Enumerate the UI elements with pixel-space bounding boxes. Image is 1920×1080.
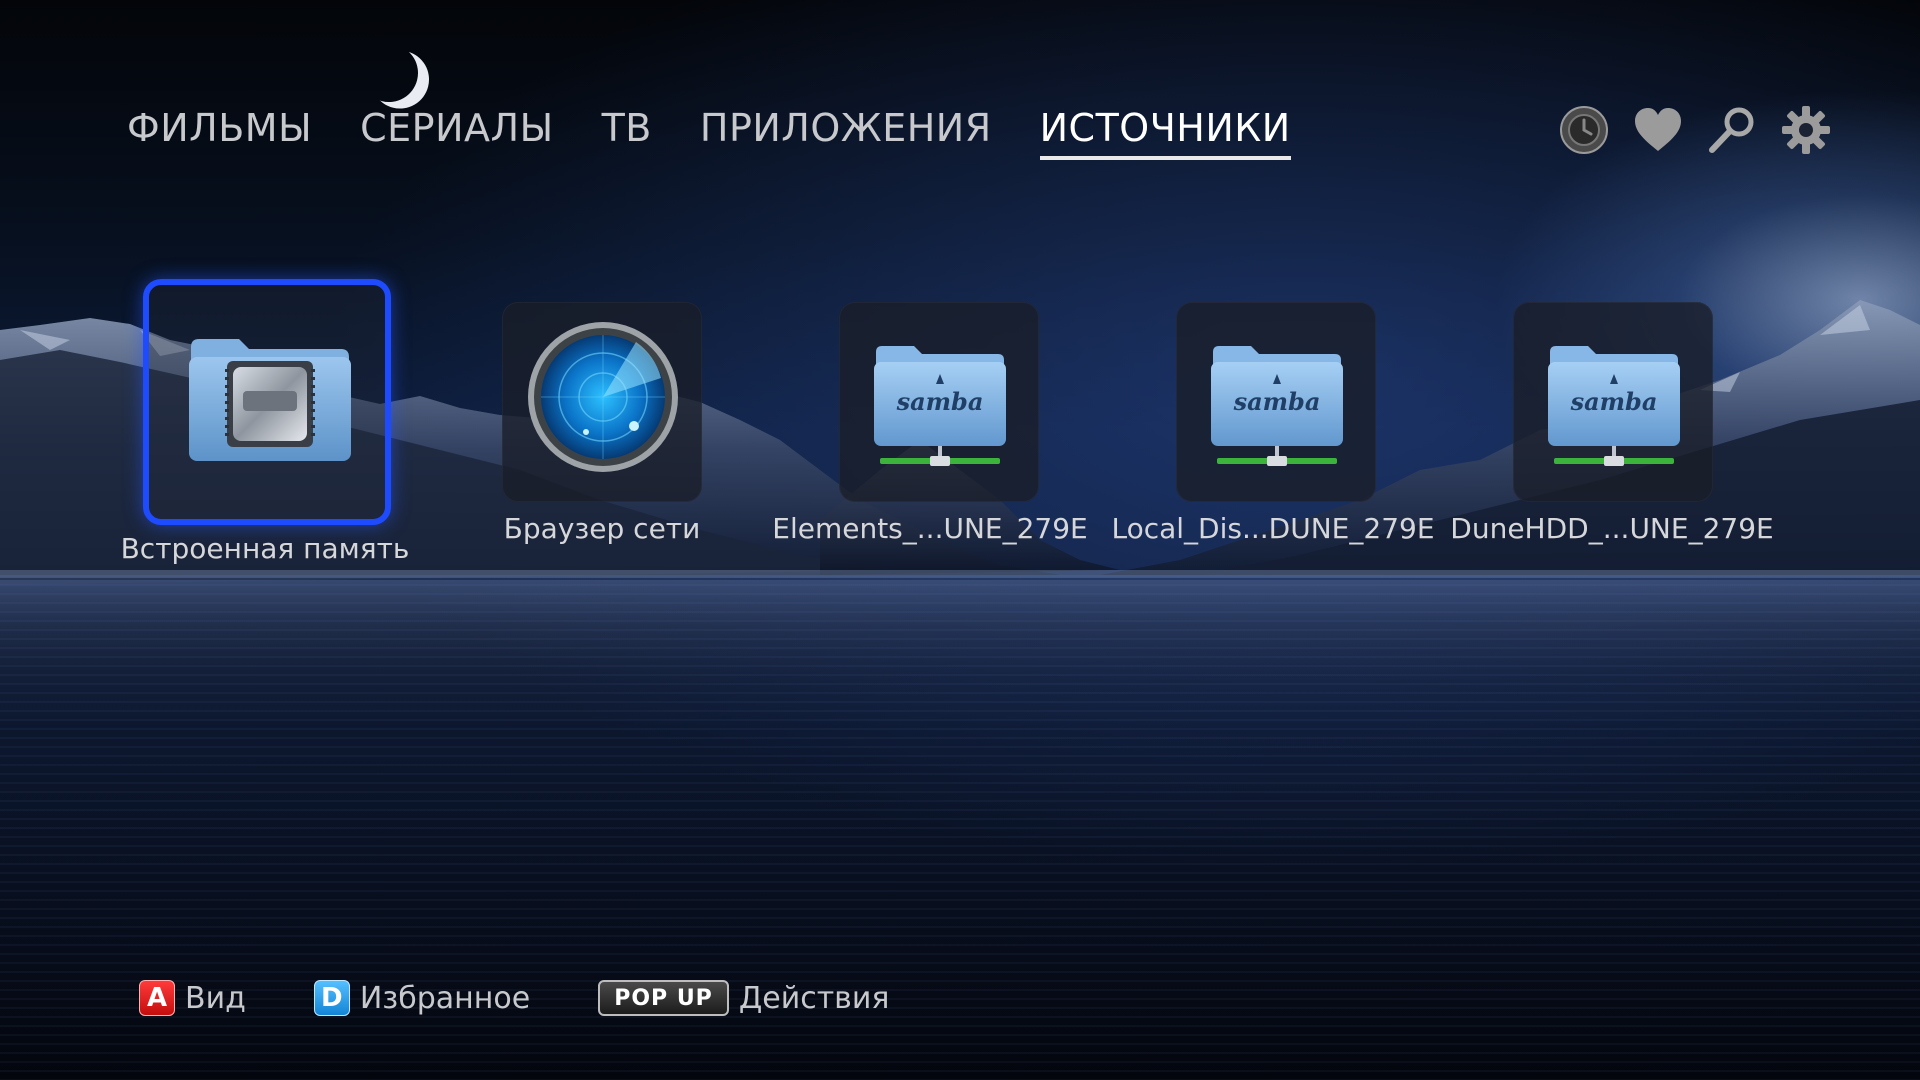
tab-tv[interactable]: ТВ: [602, 106, 652, 156]
remote-key-a-icon: A: [139, 980, 175, 1016]
svg-text:samba: samba: [1570, 387, 1658, 416]
settings-gear-icon[interactable]: [1780, 104, 1832, 156]
tab-series[interactable]: СЕРИАЛЫ: [360, 106, 553, 156]
top-navigation: ФИЛЬМЫ СЕРИАЛЫ ТВ ПРИЛОЖЕНИЯ ИСТОЧНИКИ: [127, 106, 1339, 166]
internal-storage-folder-icon: [189, 339, 351, 461]
remote-key-d-icon: D: [313, 980, 350, 1016]
top-icon-bar: [1558, 104, 1854, 156]
tab-movies[interactable]: ФИЛЬМЫ: [127, 106, 312, 156]
dune-hd-main-screen: ФИЛЬМЫ СЕРИАЛЫ ТВ ПРИЛОЖЕНИЯ ИСТОЧНИКИ В…: [0, 0, 1920, 1080]
samba-share-folder-icon: samba: [1548, 346, 1680, 466]
tab-apps[interactable]: ПРИЛОЖЕНИЯ: [700, 106, 992, 156]
remote-key-popup-icon: POP UP: [598, 980, 729, 1016]
hint-favorites-label: Избранное: [359, 980, 531, 1016]
source-tile-internal-memory[interactable]: [143, 279, 391, 525]
hint-actions[interactable]: POP UP Действия: [598, 980, 889, 1016]
hint-view-label: Вид: [185, 980, 246, 1016]
hint-favorites[interactable]: D Избранное: [313, 980, 531, 1016]
source-label-samba-dunehdd: DuneHDD_...UNE_279E: [1450, 512, 1774, 545]
source-label-samba-local-disk: Local_Dis...DUNE_279E: [1111, 512, 1435, 545]
svg-text:samba: samba: [896, 387, 984, 416]
source-tile-samba-local-disk[interactable]: samba: [1176, 302, 1376, 502]
history-icon[interactable]: [1558, 104, 1610, 156]
hint-actions-label: Действия: [738, 980, 890, 1016]
favorites-heart-icon[interactable]: [1632, 104, 1684, 156]
svg-text:samba: samba: [1233, 387, 1321, 416]
remote-key-hints: A Вид D Избранное POP UP Действия: [139, 980, 957, 1016]
source-tile-samba-dunehdd[interactable]: samba: [1513, 302, 1713, 502]
tab-sources[interactable]: ИСТОЧНИКИ: [1039, 106, 1291, 160]
source-label-network-browser: Браузер сети: [503, 512, 701, 545]
source-label-samba-elements: Elements_...UNE_279E: [772, 512, 1088, 545]
network-radar-icon: [528, 322, 678, 472]
hint-view[interactable]: A Вид: [139, 980, 246, 1016]
source-tile-network-browser[interactable]: [502, 302, 702, 502]
source-label-internal-memory: Встроенная память: [120, 532, 410, 565]
samba-share-folder-icon: samba: [874, 346, 1006, 466]
samba-share-folder-icon: samba: [1211, 346, 1343, 466]
source-tile-samba-elements[interactable]: samba: [839, 302, 1039, 502]
search-icon[interactable]: [1706, 104, 1758, 156]
